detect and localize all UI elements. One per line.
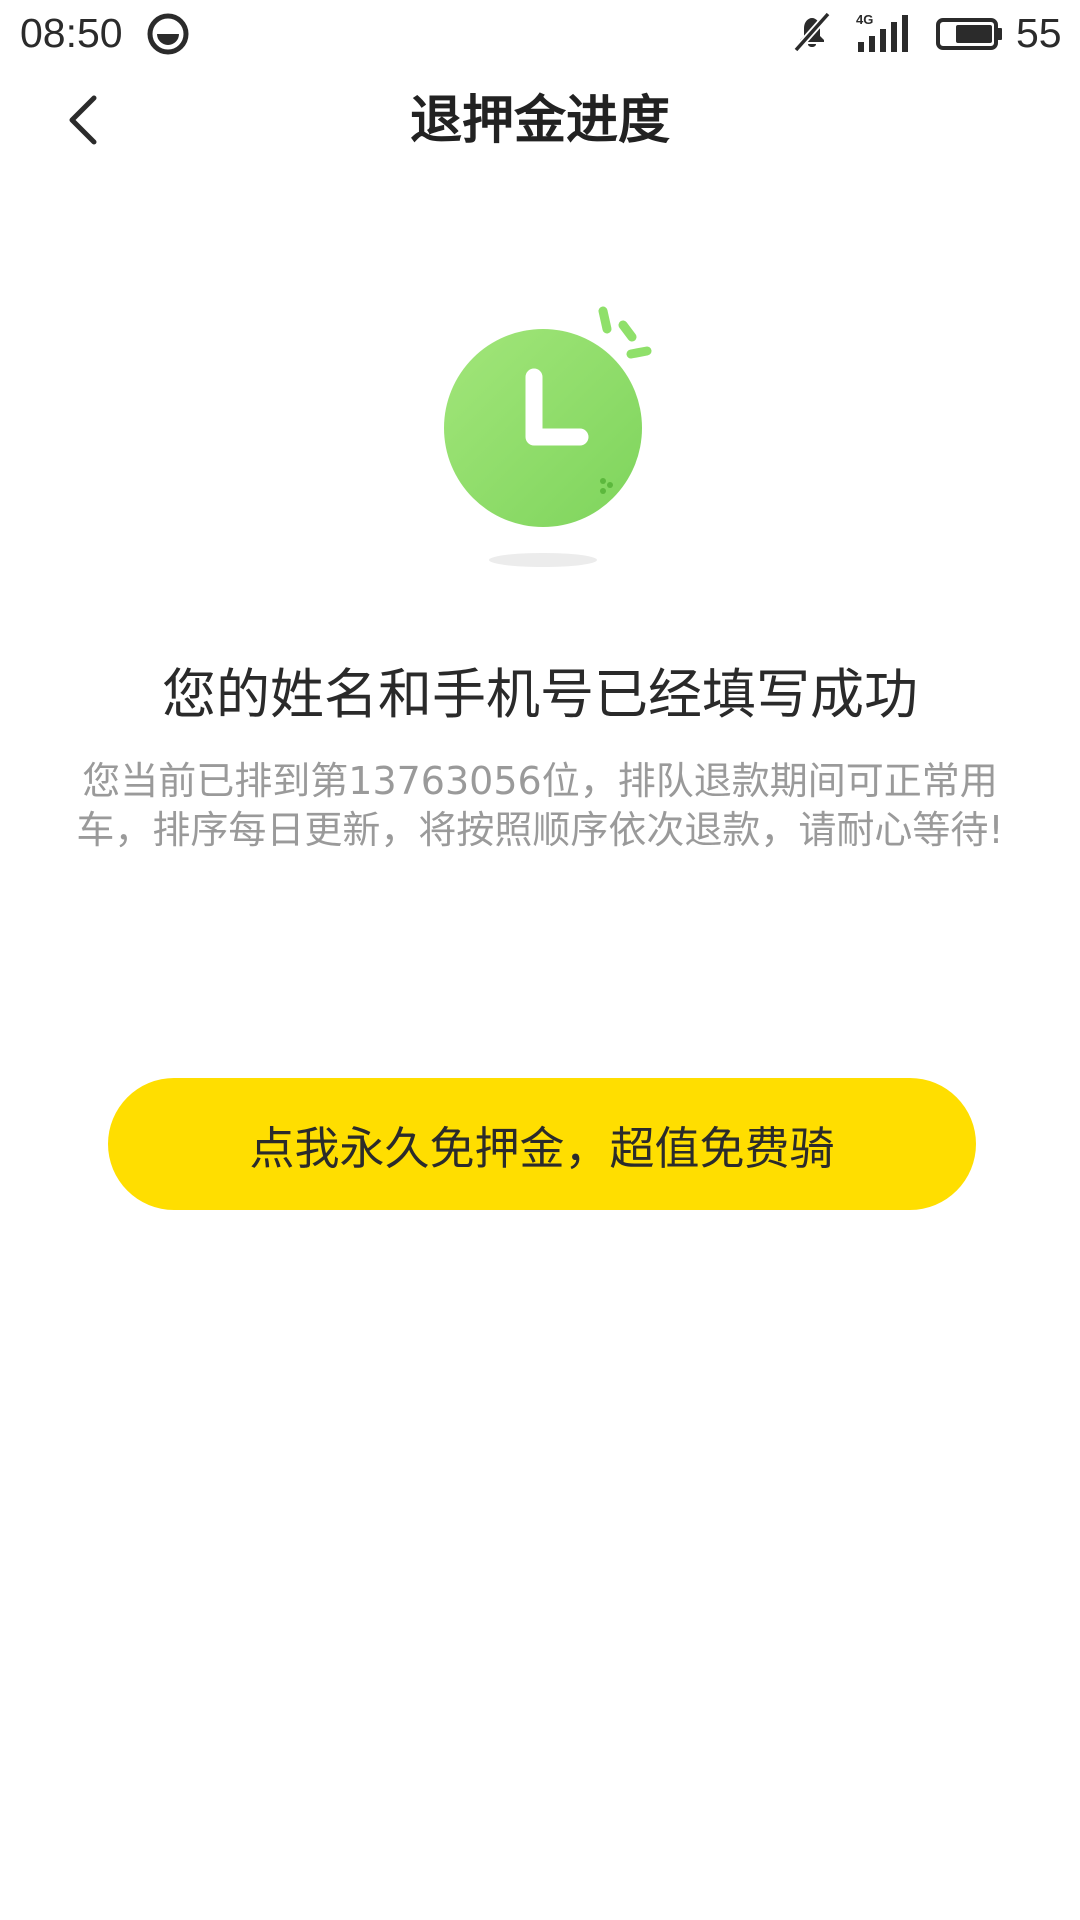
- queue-description: 您当前已排到第13763056位，排队退款期间可正常用车，排序每日更新，将按照顺…: [76, 759, 1004, 852]
- page-title: 退押金进度: [409, 91, 670, 151]
- status-time: 08:50: [20, 10, 123, 56]
- free-deposit-button[interactable]: 点我永久免押金，超值免费骑: [108, 1078, 976, 1210]
- signal-4g-icon: 4G: [856, 12, 916, 54]
- network-type-label: 4G: [856, 12, 873, 27]
- clock-illustration: [420, 295, 680, 585]
- chevron-left-icon: [64, 94, 104, 150]
- status-bar: 08:50 4G 55: [0, 0, 1080, 66]
- back-button[interactable]: [44, 82, 124, 162]
- battery-icon: [936, 16, 1004, 52]
- nav-bar: 退押金进度: [0, 66, 1080, 176]
- battery-level: 55: [1016, 10, 1062, 56]
- mute-icon: [790, 10, 834, 54]
- success-title: 您的姓名和手机号已经填写成功: [162, 663, 918, 726]
- notification-app-icon: [146, 12, 190, 56]
- clock-icon: [444, 306, 652, 567]
